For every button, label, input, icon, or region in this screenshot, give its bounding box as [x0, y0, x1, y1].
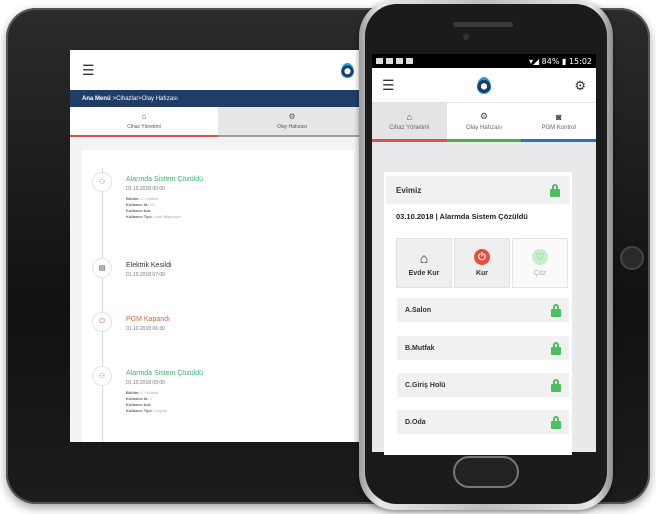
action-label: Evde Kur: [408, 269, 440, 277]
detail-key: Bölüm:: [126, 390, 140, 395]
battery-icon: ▮: [561, 56, 567, 66]
signal-icon: ▾◢: [528, 56, 540, 66]
timeline-event[interactable]: ⚇ Alarmda Sistem Çözüldü 03.10.2018 00:0…: [92, 172, 203, 220]
arm-button[interactable]: ⏻ Kur: [454, 238, 510, 288]
detail-key: Kullanıcı Adı:: [126, 402, 152, 407]
detail-key: Kullanıcı Adı:: [126, 208, 152, 213]
detail-key: Kullanıcı Id:: [126, 396, 149, 401]
detail-value: 12: [148, 202, 155, 207]
zone-name: A.Salon: [405, 306, 432, 314]
tab-label: Olay Hafızası: [466, 125, 503, 131]
network-icon: ⚇: [92, 172, 112, 192]
brand-logo-icon: [341, 62, 354, 78]
action-label: Kur: [475, 270, 489, 277]
notification-icons: [376, 57, 416, 66]
event-title: Alarmda Sistem Çözüldü: [126, 176, 204, 183]
power-icon: ⏻: [92, 312, 112, 332]
home-icon: ⌂: [141, 112, 147, 121]
tab-label: Cihaz Yönetimi: [127, 124, 161, 130]
network-icon: ⚇: [92, 366, 112, 386]
event-details: Bölüm: 2 / Mutfak Kullanıcı Id: 1 Kullan…: [126, 390, 203, 414]
battery-level: 84%: [541, 56, 560, 66]
event-title: PGM Kapandı: [126, 316, 170, 323]
zone-name: B.Mutfak: [405, 344, 435, 352]
unlocked-lock-icon: [551, 415, 561, 429]
detail-key: Kullanıcı Id:: [126, 202, 149, 207]
event-date: 01.10.2018 06:30: [126, 326, 165, 332]
gear-icon: ⚙: [288, 112, 296, 121]
detail-value: Keypad: [152, 408, 167, 413]
timeline-event[interactable]: ⚇ Alarmda Sistem Çözüldü 01.10.2018 05:0…: [92, 366, 203, 414]
tab-event-memory[interactable]: ⚙ Olay Hafızası: [446, 103, 522, 142]
timeline-event[interactable]: ▤ Elektrik Kesildi 01.10.2018 07:00: [92, 258, 172, 278]
unlocked-lock-icon: [551, 378, 561, 392]
breadcrumb-section[interactable]: Cihazlar: [116, 96, 138, 102]
zone-name: D.Oda: [405, 418, 426, 426]
hamburger-menu-icon[interactable]: ☰: [382, 78, 395, 92]
detail-key: Kullanıcı Tipi:: [126, 214, 153, 219]
disarm-button[interactable]: ♡ Çöz: [512, 238, 568, 288]
tablet-screen: ☰ Ana Menü > Cihazlar > Olay Hafızası ⌂ …: [70, 50, 366, 442]
event-title: Alarmda Sistem Çözüldü: [126, 370, 204, 377]
tablet-top-bar: ☰: [70, 50, 366, 90]
detail-key: Kullanıcı Tipi:: [126, 408, 153, 413]
zone-name: C.Giriş Holü: [405, 381, 446, 389]
home-icon: ⌂: [406, 111, 413, 122]
breadcrumb-home[interactable]: Ana Menü: [82, 96, 111, 102]
status-bar: ▾◢ 84% ▮ 15:02: [372, 54, 596, 68]
tab-device-management[interactable]: ⌂ Cihaz Yönetimi: [70, 107, 218, 137]
clock: 15:02: [568, 56, 592, 66]
breadcrumb: Ana Menü > Cihazlar > Olay Hafızası: [70, 90, 366, 107]
phone-camera: [463, 34, 469, 40]
tab-device-management[interactable]: ⌂ Cihaz Yönetimi: [372, 103, 447, 142]
tablet-tab-bar: ⌂ Cihaz Yönetimi ⚙ Olay Hafızası: [70, 107, 366, 137]
brand-logo-icon: [477, 76, 492, 94]
zone-row[interactable]: D.Oda: [397, 410, 569, 434]
action-label: Çöz: [533, 270, 547, 277]
detail-key: Bölüm:: [126, 196, 140, 201]
settings-gear-icon[interactable]: ⚙: [574, 79, 586, 92]
breadcrumb-current: Olay Hafızası: [141, 95, 178, 102]
site-header[interactable]: Evimiz: [386, 176, 570, 204]
event-date: 03.10.2018 00:00: [126, 186, 165, 192]
tab-label: Cihaz Yönetimi: [389, 124, 430, 131]
unlocked-lock-icon: [550, 183, 560, 197]
detail-value: 2 / Mutfak: [139, 390, 159, 395]
zone-row[interactable]: A.Salon: [397, 298, 569, 322]
event-details: Bölüm: 2 / Mutfak Kullanıcı Id: 12 Kulla…: [126, 196, 203, 220]
zone-row[interactable]: B.Mutfak: [397, 336, 569, 360]
tab-label: Olay Hafızası: [276, 124, 307, 130]
event-date: 01.10.2018 05:00: [126, 380, 165, 386]
unlocked-lock-icon: [551, 341, 561, 355]
plug-icon: ▤: [92, 258, 112, 278]
detail-value: 1: [148, 396, 153, 401]
tab-pgm-control[interactable]: ◙ PGM Kontrol: [521, 103, 596, 142]
arm-icon: ⏻: [474, 249, 490, 265]
detail-value: Uzak Bilgisayar: [152, 214, 181, 219]
tablet-home-button: [620, 246, 644, 270]
camera-icon: ◙: [555, 111, 562, 122]
phone-tab-bar: ⌂ Cihaz Yönetimi ⚙ Olay Hafızası ◙ PGM K…: [372, 102, 596, 142]
status-right: ▾◢ 84% ▮ 15:02: [529, 57, 592, 66]
site-name: Evimiz: [396, 185, 422, 195]
arm-actions: ⌂ Evde Kur ⏻ Kur ♡ Çöz: [396, 238, 568, 288]
phone-speaker: [453, 22, 513, 27]
app-header: ☰ ⚙: [372, 68, 596, 102]
event-title: Elektrik Kesildi: [126, 262, 172, 269]
phone-home-button[interactable]: [453, 456, 519, 488]
timeline-event[interactable]: ⏻ PGM Kapandı 01.10.2018 06:30: [92, 312, 170, 332]
zone-row[interactable]: C.Giriş Holü: [397, 373, 569, 397]
disarm-icon: ♡: [532, 249, 548, 265]
site-status: 03.10.2018 | Alarmda Sistem Çözüldü: [396, 212, 528, 221]
tab-label: PGM Kontrol: [541, 124, 576, 131]
home-arm-icon: ⌂: [419, 249, 429, 266]
gear-icon: ⚙: [479, 111, 489, 121]
unlocked-lock-icon: [551, 303, 561, 317]
detail-value: 2 / Mutfak: [139, 196, 159, 201]
event-date: 01.10.2018 07:00: [126, 272, 165, 278]
tab-event-memory[interactable]: ⚙ Olay Hafızası: [218, 107, 366, 137]
home-arm-button[interactable]: ⌂ Evde Kur: [396, 238, 452, 288]
hamburger-menu-icon[interactable]: ☰: [82, 63, 95, 77]
event-timeline: ⚇ Alarmda Sistem Çözüldü 03.10.2018 00:0…: [82, 150, 354, 442]
